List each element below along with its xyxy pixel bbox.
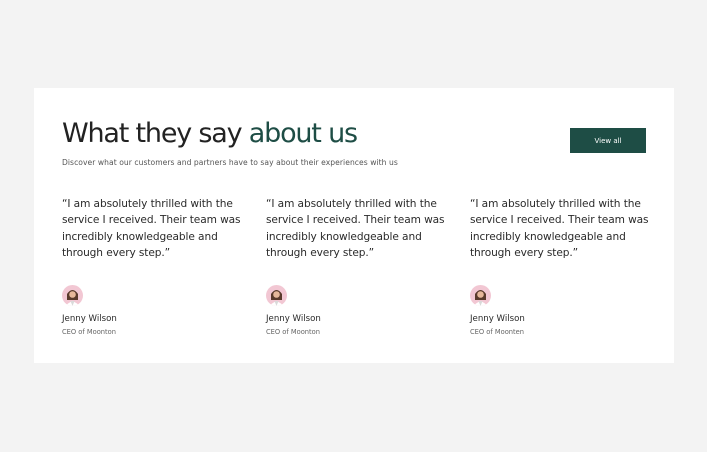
person-avatar-icon [473,290,488,306]
testimonial-quote: “I am absolutely thrilled with the servi… [266,198,445,259]
testimonial-quote: “I am absolutely thrilled with the servi… [470,198,649,259]
view-all-button[interactable]: View all [570,128,646,153]
section-title-main: What they say [62,118,249,149]
author-role: CEO of Moonton [62,328,116,336]
testimonial-card: “I am absolutely thrilled with the servi… [470,196,660,336]
avatar [470,285,491,306]
avatar [62,285,83,306]
author-role: CEO of Moonten [470,328,525,336]
testimonial-quote: “I am absolutely thrilled with the servi… [62,198,241,259]
person-avatar-icon [65,290,80,306]
testimonial-card: “I am absolutely thrilled with the servi… [62,196,252,336]
author-name: Jenny Wilson [470,314,525,324]
author-role: CEO of Moonton [266,328,320,336]
section-title: What they say about us [62,116,358,152]
avatar [266,285,287,306]
testimonial-card: “I am absolutely thrilled with the servi… [266,196,456,336]
person-avatar-icon [269,290,284,306]
section-title-accent: about us [248,118,358,149]
author-name: Jenny Wilson [62,314,117,324]
testimonials-section: What they say about us Discover what our… [34,88,674,363]
author-name: Jenny Wilson [266,314,321,324]
section-subtitle: Discover what our customers and partners… [62,158,398,167]
